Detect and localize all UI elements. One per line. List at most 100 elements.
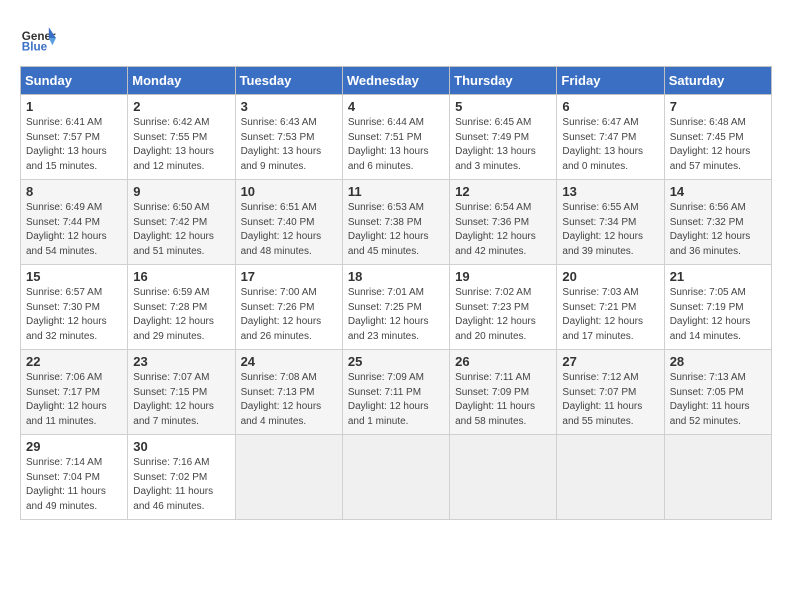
day-number: 9 [133,184,229,199]
day-info: Sunrise: 7:03 AM Sunset: 7:21 PM Dayligh… [562,286,658,344]
logo: General Blue [20,20,56,56]
day-info: Sunrise: 7:14 AM Sunset: 7:04 PM Dayligh… [26,456,122,514]
day-cell: 2Sunrise: 6:42 AM Sunset: 7:55 PM Daylig… [128,95,235,180]
day-number: 26 [455,354,551,369]
day-info: Sunrise: 7:09 AM Sunset: 7:11 PM Dayligh… [348,371,444,429]
day-number: 21 [670,269,766,284]
logo-icon: General Blue [20,20,56,56]
day-info: Sunrise: 7:13 AM Sunset: 7:05 PM Dayligh… [670,371,766,429]
day-number: 3 [241,99,337,114]
day-info: Sunrise: 6:56 AM Sunset: 7:32 PM Dayligh… [670,201,766,259]
day-info: Sunrise: 6:41 AM Sunset: 7:57 PM Dayligh… [26,116,122,174]
day-number: 24 [241,354,337,369]
column-header-monday: Monday [128,67,235,95]
day-number: 19 [455,269,551,284]
day-number: 30 [133,439,229,454]
calendar-header-row: SundayMondayTuesdayWednesdayThursdayFrid… [21,67,772,95]
day-info: Sunrise: 6:54 AM Sunset: 7:36 PM Dayligh… [455,201,551,259]
day-info: Sunrise: 6:45 AM Sunset: 7:49 PM Dayligh… [455,116,551,174]
day-cell: 19 Sunrise: 7:02 AM Sunset: 7:23 PM Dayli… [450,265,557,350]
day-number: 1 [26,99,122,114]
day-cell: 20 Sunrise: 7:03 AM Sunset: 7:21 PM Dayli… [557,265,664,350]
svg-text:Blue: Blue [22,41,48,54]
column-header-friday: Friday [557,67,664,95]
day-cell: 27 Sunrise: 7:12 AM Sunset: 7:07 PM Dayli… [557,350,664,435]
day-info: Sunrise: 6:44 AM Sunset: 7:51 PM Dayligh… [348,116,444,174]
day-number: 16 [133,269,229,284]
day-number: 20 [562,269,658,284]
day-info: Sunrise: 6:59 AM Sunset: 7:28 PM Dayligh… [133,286,229,344]
day-cell: 29 Sunrise: 7:14 AM Sunset: 7:04 PM Dayli… [21,435,128,520]
day-number: 6 [562,99,658,114]
day-info: Sunrise: 6:47 AM Sunset: 7:47 PM Dayligh… [562,116,658,174]
week-row-1: 1 Sunrise: 6:41 AM Sunset: 7:57 PM Daylig… [21,95,772,180]
day-info: Sunrise: 7:06 AM Sunset: 7:17 PM Dayligh… [26,371,122,429]
day-cell [557,435,664,520]
day-info: Sunrise: 6:57 AM Sunset: 7:30 PM Dayligh… [26,286,122,344]
day-info: Sunrise: 7:11 AM Sunset: 7:09 PM Dayligh… [455,371,551,429]
day-info: Sunrise: 6:49 AM Sunset: 7:44 PM Dayligh… [26,201,122,259]
week-row-3: 15 Sunrise: 6:57 AM Sunset: 7:30 PM Dayli… [21,265,772,350]
day-cell: 12 Sunrise: 6:54 AM Sunset: 7:36 PM Dayli… [450,180,557,265]
day-info: Sunrise: 6:48 AM Sunset: 7:45 PM Dayligh… [670,116,766,174]
day-number: 5 [455,99,551,114]
day-cell: 6 Sunrise: 6:47 AM Sunset: 7:47 PM Daylig… [557,95,664,180]
day-info: Sunrise: 6:53 AM Sunset: 7:38 PM Dayligh… [348,201,444,259]
day-cell: 11 Sunrise: 6:53 AM Sunset: 7:38 PM Dayli… [342,180,449,265]
day-cell: 1 Sunrise: 6:41 AM Sunset: 7:57 PM Daylig… [21,95,128,180]
day-number: 14 [670,184,766,199]
day-info: Sunrise: 6:43 AM Sunset: 7:53 PM Dayligh… [241,116,337,174]
day-info: Sunrise: 7:08 AM Sunset: 7:13 PM Dayligh… [241,371,337,429]
day-number: 25 [348,354,444,369]
day-info: Sunrise: 6:50 AM Sunset: 7:42 PM Dayligh… [133,201,229,259]
column-header-wednesday: Wednesday [342,67,449,95]
day-number: 13 [562,184,658,199]
day-cell: 23Sunrise: 7:07 AM Sunset: 7:15 PM Dayli… [128,350,235,435]
day-number: 28 [670,354,766,369]
day-info: Sunrise: 7:02 AM Sunset: 7:23 PM Dayligh… [455,286,551,344]
day-number: 29 [26,439,122,454]
day-info: Sunrise: 6:51 AM Sunset: 7:40 PM Dayligh… [241,201,337,259]
day-cell: 3 Sunrise: 6:43 AM Sunset: 7:53 PM Daylig… [235,95,342,180]
day-cell [450,435,557,520]
day-cell: 4 Sunrise: 6:44 AM Sunset: 7:51 PM Daylig… [342,95,449,180]
day-info: Sunrise: 7:05 AM Sunset: 7:19 PM Dayligh… [670,286,766,344]
day-cell: 26 Sunrise: 7:11 AM Sunset: 7:09 PM Dayli… [450,350,557,435]
day-cell [235,435,342,520]
day-number: 4 [348,99,444,114]
day-number: 10 [241,184,337,199]
column-header-tuesday: Tuesday [235,67,342,95]
day-number: 7 [670,99,766,114]
column-header-sunday: Sunday [21,67,128,95]
column-header-saturday: Saturday [664,67,771,95]
day-cell: 16 Sunrise: 6:59 AM Sunset: 7:28 PM Dayli… [128,265,235,350]
day-cell: 17Sunrise: 7:00 AM Sunset: 7:26 PM Dayli… [235,265,342,350]
day-cell: 18Sunrise: 7:01 AM Sunset: 7:25 PM Dayli… [342,265,449,350]
day-cell: 7 Sunrise: 6:48 AM Sunset: 7:45 PM Daylig… [664,95,771,180]
day-info: Sunrise: 7:07 AM Sunset: 7:15 PM Dayligh… [133,371,229,429]
day-cell: 24 Sunrise: 7:08 AM Sunset: 7:13 PM Dayli… [235,350,342,435]
day-number: 11 [348,184,444,199]
day-number: 15 [26,269,122,284]
day-cell: 25 Sunrise: 7:09 AM Sunset: 7:11 PM Dayli… [342,350,449,435]
day-info: Sunrise: 7:12 AM Sunset: 7:07 PM Dayligh… [562,371,658,429]
day-info: Sunrise: 7:16 AM Sunset: 7:02 PM Dayligh… [133,456,229,514]
day-number: 27 [562,354,658,369]
day-info: Sunrise: 6:42 AM Sunset: 7:55 PM Dayligh… [133,116,229,174]
week-row-2: 8Sunrise: 6:49 AM Sunset: 7:44 PM Daylig… [21,180,772,265]
day-number: 12 [455,184,551,199]
day-cell: 13Sunrise: 6:55 AM Sunset: 7:34 PM Dayli… [557,180,664,265]
day-cell: 9 Sunrise: 6:50 AM Sunset: 7:42 PM Daylig… [128,180,235,265]
day-info: Sunrise: 7:00 AM Sunset: 7:26 PM Dayligh… [241,286,337,344]
day-cell: 28 Sunrise: 7:13 AM Sunset: 7:05 PM Dayli… [664,350,771,435]
page-header: General Blue [20,20,772,56]
day-cell: 21 Sunrise: 7:05 AM Sunset: 7:19 PM Dayli… [664,265,771,350]
calendar-table: SundayMondayTuesdayWednesdayThursdayFrid… [20,66,772,520]
day-cell: 5 Sunrise: 6:45 AM Sunset: 7:49 PM Daylig… [450,95,557,180]
day-number: 18 [348,269,444,284]
week-row-4: 22Sunrise: 7:06 AM Sunset: 7:17 PM Dayli… [21,350,772,435]
day-cell: 22Sunrise: 7:06 AM Sunset: 7:17 PM Dayli… [21,350,128,435]
day-cell [664,435,771,520]
day-cell: 30 Sunrise: 7:16 AM Sunset: 7:02 PM Dayli… [128,435,235,520]
day-cell: 10 Sunrise: 6:51 AM Sunset: 7:40 PM Dayli… [235,180,342,265]
